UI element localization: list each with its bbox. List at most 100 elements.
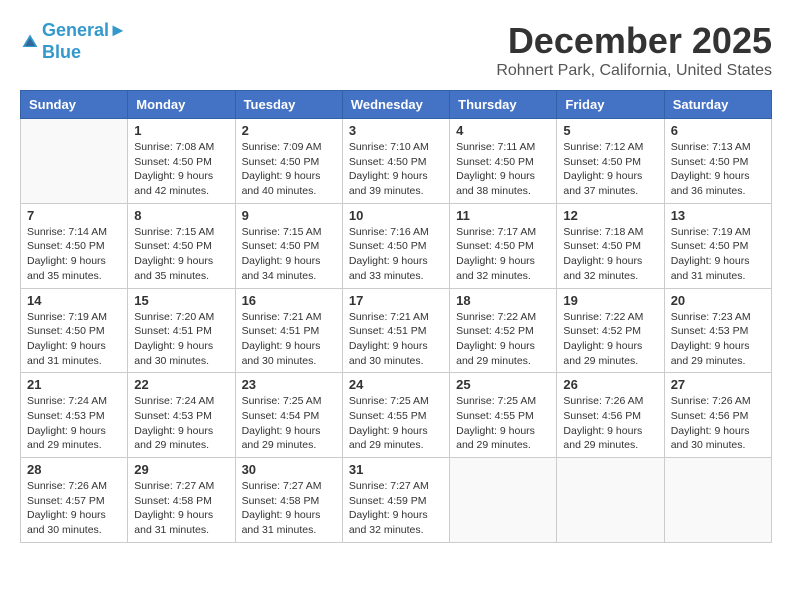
day-number: 26 bbox=[563, 377, 657, 392]
day-number: 1 bbox=[134, 123, 228, 138]
cell-w3-d1: 22 Sunrise: 7:24 AM Sunset: 4:53 PM Dayl… bbox=[128, 373, 235, 458]
day-number: 16 bbox=[242, 293, 336, 308]
daylight: Daylight: 9 hours and 32 minutes. bbox=[563, 255, 642, 282]
day-number: 24 bbox=[349, 377, 443, 392]
cell-w0-d4: 4 Sunrise: 7:11 AM Sunset: 4:50 PM Dayli… bbox=[450, 119, 557, 204]
daylight: Daylight: 9 hours and 35 minutes. bbox=[134, 255, 213, 282]
day-number: 12 bbox=[563, 208, 657, 223]
cell-w1-d0: 7 Sunrise: 7:14 AM Sunset: 4:50 PM Dayli… bbox=[21, 203, 128, 288]
day-number: 29 bbox=[134, 462, 228, 477]
sunrise: Sunrise: 7:25 AM bbox=[349, 395, 429, 407]
day-number: 28 bbox=[27, 462, 121, 477]
day-number: 25 bbox=[456, 377, 550, 392]
sunrise: Sunrise: 7:25 AM bbox=[242, 395, 322, 407]
sunrise: Sunrise: 7:16 AM bbox=[349, 226, 429, 238]
daylight: Daylight: 9 hours and 42 minutes. bbox=[134, 170, 213, 197]
sunset: Sunset: 4:55 PM bbox=[456, 410, 534, 422]
day-number: 22 bbox=[134, 377, 228, 392]
cell-w2-d5: 19 Sunrise: 7:22 AM Sunset: 4:52 PM Dayl… bbox=[557, 288, 664, 373]
day-number: 31 bbox=[349, 462, 443, 477]
sunrise: Sunrise: 7:20 AM bbox=[134, 311, 214, 323]
sunrise: Sunrise: 7:18 AM bbox=[563, 226, 643, 238]
sunrise: Sunrise: 7:26 AM bbox=[563, 395, 643, 407]
cell-w1-d3: 10 Sunrise: 7:16 AM Sunset: 4:50 PM Dayl… bbox=[342, 203, 449, 288]
logo-line1: General bbox=[42, 20, 109, 40]
sunrise: Sunrise: 7:24 AM bbox=[134, 395, 214, 407]
cell-w2-d2: 16 Sunrise: 7:21 AM Sunset: 4:51 PM Dayl… bbox=[235, 288, 342, 373]
day-number: 11 bbox=[456, 208, 550, 223]
daylight: Daylight: 9 hours and 32 minutes. bbox=[456, 255, 535, 282]
sunset: Sunset: 4:58 PM bbox=[134, 495, 212, 507]
sunset: Sunset: 4:59 PM bbox=[349, 495, 427, 507]
sunrise: Sunrise: 7:23 AM bbox=[671, 311, 751, 323]
daylight: Daylight: 9 hours and 33 minutes. bbox=[349, 255, 428, 282]
calendar-body: 1 Sunrise: 7:08 AM Sunset: 4:50 PM Dayli… bbox=[21, 119, 772, 543]
col-monday: Monday bbox=[128, 91, 235, 119]
daylight: Daylight: 9 hours and 32 minutes. bbox=[349, 509, 428, 536]
sunset: Sunset: 4:56 PM bbox=[671, 410, 749, 422]
sunset: Sunset: 4:55 PM bbox=[349, 410, 427, 422]
daylight: Daylight: 9 hours and 39 minutes. bbox=[349, 170, 428, 197]
cell-w4-d2: 30 Sunrise: 7:27 AM Sunset: 4:58 PM Dayl… bbox=[235, 458, 342, 543]
day-number: 14 bbox=[27, 293, 121, 308]
week-row-2: 14 Sunrise: 7:19 AM Sunset: 4:50 PM Dayl… bbox=[21, 288, 772, 373]
sunrise: Sunrise: 7:22 AM bbox=[456, 311, 536, 323]
sunrise: Sunrise: 7:21 AM bbox=[349, 311, 429, 323]
day-number: 2 bbox=[242, 123, 336, 138]
sunset: Sunset: 4:52 PM bbox=[456, 325, 534, 337]
sunrise: Sunrise: 7:12 AM bbox=[563, 141, 643, 153]
sunrise: Sunrise: 7:19 AM bbox=[27, 311, 107, 323]
cell-w0-d3: 3 Sunrise: 7:10 AM Sunset: 4:50 PM Dayli… bbox=[342, 119, 449, 204]
sunset: Sunset: 4:50 PM bbox=[242, 156, 320, 168]
daylight: Daylight: 9 hours and 29 minutes. bbox=[563, 425, 642, 452]
cell-w3-d4: 25 Sunrise: 7:25 AM Sunset: 4:55 PM Dayl… bbox=[450, 373, 557, 458]
sunset: Sunset: 4:53 PM bbox=[27, 410, 105, 422]
sunrise: Sunrise: 7:27 AM bbox=[134, 480, 214, 492]
col-sunday: Sunday bbox=[21, 91, 128, 119]
daylight: Daylight: 9 hours and 31 minutes. bbox=[134, 509, 213, 536]
col-wednesday: Wednesday bbox=[342, 91, 449, 119]
day-number: 21 bbox=[27, 377, 121, 392]
day-number: 23 bbox=[242, 377, 336, 392]
cell-w1-d1: 8 Sunrise: 7:15 AM Sunset: 4:50 PM Dayli… bbox=[128, 203, 235, 288]
cell-w0-d1: 1 Sunrise: 7:08 AM Sunset: 4:50 PM Dayli… bbox=[128, 119, 235, 204]
day-number: 4 bbox=[456, 123, 550, 138]
daylight: Daylight: 9 hours and 29 minutes. bbox=[456, 425, 535, 452]
day-number: 20 bbox=[671, 293, 765, 308]
cell-w3-d5: 26 Sunrise: 7:26 AM Sunset: 4:56 PM Dayl… bbox=[557, 373, 664, 458]
sunrise: Sunrise: 7:19 AM bbox=[671, 226, 751, 238]
cell-w1-d6: 13 Sunrise: 7:19 AM Sunset: 4:50 PM Dayl… bbox=[664, 203, 771, 288]
sunset: Sunset: 4:50 PM bbox=[349, 156, 427, 168]
sunrise: Sunrise: 7:21 AM bbox=[242, 311, 322, 323]
sunset: Sunset: 4:50 PM bbox=[349, 240, 427, 252]
day-number: 27 bbox=[671, 377, 765, 392]
day-number: 30 bbox=[242, 462, 336, 477]
month-title: December 2025 bbox=[496, 20, 772, 62]
sunset: Sunset: 4:50 PM bbox=[134, 156, 212, 168]
sunrise: Sunrise: 7:15 AM bbox=[242, 226, 322, 238]
daylight: Daylight: 9 hours and 36 minutes. bbox=[671, 170, 750, 197]
calendar-header: Sunday Monday Tuesday Wednesday Thursday… bbox=[21, 91, 772, 119]
sunrise: Sunrise: 7:24 AM bbox=[27, 395, 107, 407]
daylight: Daylight: 9 hours and 31 minutes. bbox=[671, 255, 750, 282]
sunrise: Sunrise: 7:26 AM bbox=[27, 480, 107, 492]
cell-w0-d2: 2 Sunrise: 7:09 AM Sunset: 4:50 PM Dayli… bbox=[235, 119, 342, 204]
cell-w0-d6: 6 Sunrise: 7:13 AM Sunset: 4:50 PM Dayli… bbox=[664, 119, 771, 204]
cell-w2-d4: 18 Sunrise: 7:22 AM Sunset: 4:52 PM Dayl… bbox=[450, 288, 557, 373]
daylight: Daylight: 9 hours and 29 minutes. bbox=[671, 340, 750, 367]
daylight: Daylight: 9 hours and 31 minutes. bbox=[27, 340, 106, 367]
sunrise: Sunrise: 7:17 AM bbox=[456, 226, 536, 238]
daylight: Daylight: 9 hours and 37 minutes. bbox=[563, 170, 642, 197]
cell-w4-d6 bbox=[664, 458, 771, 543]
logo-text: General► Blue bbox=[42, 20, 127, 63]
cell-w2-d0: 14 Sunrise: 7:19 AM Sunset: 4:50 PM Dayl… bbox=[21, 288, 128, 373]
daylight: Daylight: 9 hours and 29 minutes. bbox=[349, 425, 428, 452]
daylight: Daylight: 9 hours and 29 minutes. bbox=[134, 425, 213, 452]
cell-w2-d3: 17 Sunrise: 7:21 AM Sunset: 4:51 PM Dayl… bbox=[342, 288, 449, 373]
sunset: Sunset: 4:50 PM bbox=[671, 240, 749, 252]
sunset: Sunset: 4:50 PM bbox=[563, 240, 641, 252]
sunset: Sunset: 4:50 PM bbox=[671, 156, 749, 168]
sunset: Sunset: 4:53 PM bbox=[671, 325, 749, 337]
sunset: Sunset: 4:50 PM bbox=[456, 156, 534, 168]
sunset: Sunset: 4:50 PM bbox=[242, 240, 320, 252]
